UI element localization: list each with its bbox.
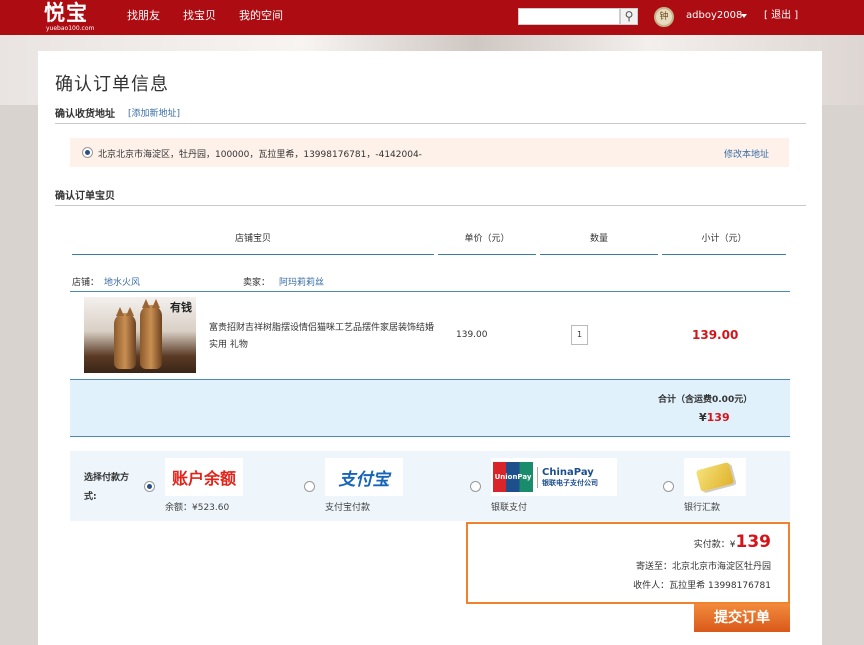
payment-radio-alipay[interactable]	[304, 481, 315, 492]
nav-find-items[interactable]: 找宝贝	[183, 0, 216, 35]
col-header-item: 店铺宝贝	[234, 234, 271, 244]
unit-price: 139.00	[456, 330, 488, 340]
header-underline	[662, 254, 786, 255]
balance-caption: 余额：¥523.60	[165, 503, 230, 513]
search-button[interactable]: ⚲	[620, 8, 638, 25]
bank-caption: 银行汇款	[684, 503, 721, 513]
add-address-link[interactable]: [添加新地址]	[128, 106, 180, 119]
chinapay-company: 银联电子支付公司	[542, 478, 598, 487]
seller-label: 卖家：	[243, 278, 271, 288]
chevron-down-icon[interactable]	[741, 14, 747, 18]
avatar[interactable]: 钟	[654, 7, 674, 27]
divider	[55, 123, 806, 124]
receiver: 收件人：瓦拉里希 13998176781	[633, 581, 771, 591]
search-input[interactable]	[518, 8, 620, 25]
order-summary: 实付款：¥139 寄送至：北京北京市海淀区牡丹园 收件人：瓦拉里希 139981…	[466, 522, 790, 604]
nav-my-space[interactable]: 我的空间	[239, 0, 283, 35]
col-header-price: 单价（元）	[464, 234, 510, 244]
alipay-logo[interactable]: 支付宝	[325, 458, 403, 496]
total-value: 139	[706, 411, 730, 424]
total-row	[70, 379, 790, 437]
logo-domain: yuebao100.com	[46, 25, 95, 32]
address-text: 北京北京市海淀区，牡丹园，100000，瓦拉里希，13998176781，-41…	[98, 150, 422, 160]
product-image[interactable]: 有钱	[84, 297, 196, 373]
product-name-link[interactable]: 富贵招财吉祥树脂摆设情侣猫咪工艺品摆件家居装饰结婚实用 礼物	[209, 320, 439, 354]
currency-symbol: ¥	[699, 411, 707, 424]
logo-mark: 悦宝	[44, 0, 88, 25]
divider	[55, 205, 806, 206]
address-radio[interactable]	[82, 147, 93, 158]
shop-name-link[interactable]: 地水火风	[104, 275, 140, 288]
chinapay-name: ChinaPay	[542, 466, 594, 478]
header-underline	[72, 254, 434, 255]
ship-to: 寄送至：北京北京市海淀区牡丹园	[635, 562, 771, 572]
alipay-caption: 支付宝付款	[325, 503, 371, 513]
page-title: 确认订单信息	[55, 74, 169, 95]
quantity-field[interactable]: 1	[571, 325, 588, 345]
search-icon: ⚲	[624, 9, 634, 23]
items-section-title: 确认订单宝贝	[55, 191, 115, 202]
cat-figurine	[140, 299, 162, 369]
logout-link[interactable]: [ 退出 ]	[764, 0, 798, 32]
nav-find-friends[interactable]: 找朋友	[127, 0, 160, 35]
header-underline	[540, 254, 658, 255]
col-header-qty: 数量	[589, 234, 608, 244]
payment-label: 选择付款方式:	[84, 473, 130, 502]
cat-figurine	[114, 307, 136, 369]
unionpay-caption: 银联支付	[491, 503, 528, 513]
col-header-subtotal: 小计（元）	[701, 234, 747, 244]
username-menu[interactable]: adboy2008	[686, 0, 742, 32]
balance-logo[interactable]: 账户余额	[165, 458, 243, 496]
card-icon	[695, 461, 735, 493]
site-logo[interactable]: 悦宝 yuebao100.com	[44, 0, 94, 33]
submit-order-button[interactable]: 提交订单	[694, 604, 790, 632]
header-underline	[438, 254, 536, 255]
total-amount: ¥139	[699, 411, 730, 424]
pay-label: 实付款：	[693, 540, 730, 550]
payment-radio-balance[interactable]	[144, 481, 155, 492]
seller-name-link[interactable]: 阿玛莉莉丝	[279, 275, 324, 288]
chinapay-wordmark: ChinaPay 银联电子支付公司	[537, 466, 598, 488]
payment-radio-unionpay[interactable]	[470, 481, 481, 492]
chinapay-logo[interactable]: UnionPay 银联 ChinaPay 银联电子支付公司	[491, 458, 617, 511]
address-section-title: 确认收货地址	[55, 109, 115, 120]
item-subtotal: 139.00	[692, 328, 739, 342]
payment-radio-bank[interactable]	[663, 481, 674, 492]
shop-label: 店铺：	[72, 278, 100, 288]
total-label: 合计（含运费0.00元）	[658, 395, 753, 405]
bank-transfer-icon[interactable]	[684, 458, 746, 496]
pay-amount-line: 实付款：¥139	[694, 532, 771, 552]
image-caption: 有钱	[170, 301, 192, 314]
edit-address-link[interactable]: 修改本地址	[724, 147, 769, 160]
pay-amount: 139	[735, 532, 772, 552]
unionpay-badge: UnionPay 银联	[493, 462, 533, 511]
